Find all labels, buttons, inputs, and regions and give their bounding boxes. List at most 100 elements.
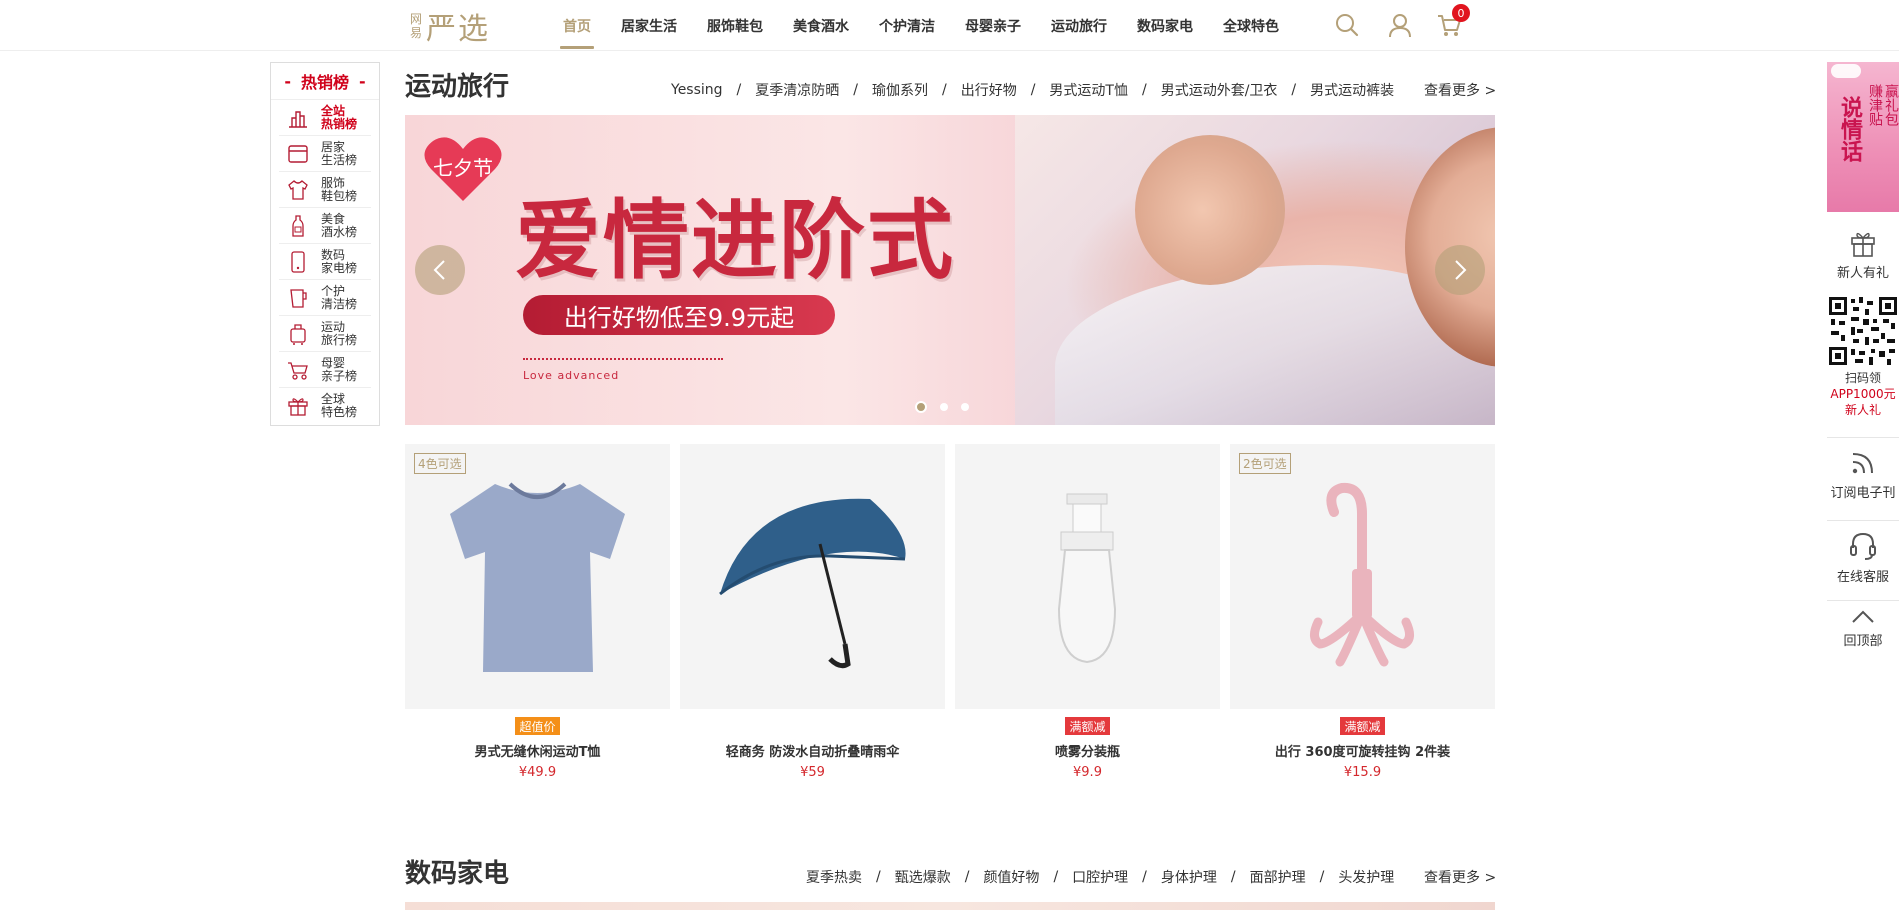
nav-global[interactable]: 全球特色 [1208,0,1294,51]
divider [1827,600,1899,601]
product-card[interactable]: 2色可选 满额减 出行 360度可旋转挂钩 2件装 ¥15.9 [1230,444,1495,780]
banner-headline: 爱情进阶式 [515,190,955,291]
bestseller-item-care[interactable]: 个护 清洁榜 [279,280,371,316]
subnav-link[interactable]: 男式运动外套/卫衣 [1161,80,1278,100]
bestseller-item-apparel[interactable]: 服饰 鞋包榜 [279,172,371,208]
divider [1827,520,1899,521]
chevron-up-icon [1852,610,1874,623]
bestseller-item-food[interactable]: 美食 酒水榜 [279,208,371,244]
nav-baby[interactable]: 母婴亲子 [950,0,1036,51]
banner-prev-button[interactable] [415,245,465,295]
color-options-tag: 2色可选 [1239,453,1291,474]
subnav-link[interactable]: 颜值好物 [983,867,1039,887]
top-nav: 网 易 严选 首页 居家生活 服饰鞋包 美食酒水 个护清洁 母婴亲子 运动旅行 … [0,0,1899,51]
banner-dot[interactable] [915,401,927,413]
main-nav: 首页 居家生活 服饰鞋包 美食酒水 个护清洁 母婴亲子 运动旅行 数码家电 全球… [548,0,1294,51]
banner-dot[interactable] [940,403,948,411]
product-image[interactable]: 4色可选 [405,444,670,709]
subnav-link[interactable]: 身体护理 [1161,867,1217,887]
product-price: ¥9.9 [1073,765,1102,780]
product-card[interactable]: 4色可选 超值价 男式无缝休闲运动T恤 ¥49.9 [405,444,670,780]
svg-text:七夕节: 七夕节 [433,156,493,180]
product-image[interactable]: 2色可选 [1230,444,1495,709]
nav-apparel[interactable]: 服饰鞋包 [692,0,778,51]
nav-personal-care[interactable]: 个护清洁 [864,0,950,51]
customer-service-button[interactable]: 在线客服 [1827,530,1899,585]
subnav-link[interactable]: 头发护理 [1338,867,1394,887]
subnav-link[interactable]: 男式运动裤装 [1310,80,1394,100]
banner-photo-man [1135,135,1285,285]
gift-icon [1851,232,1875,257]
qr-caption: 扫码领 APP1000元 新人礼 [1830,371,1896,417]
section-title-digital: 数码家电 [405,859,510,889]
cart-count-badge: 0 [1452,4,1470,22]
product-card[interactable]: 满额减 喷雾分装瓶 ¥9.9 [955,444,1220,780]
qr-code [1827,295,1899,367]
bestseller-item-all[interactable]: 全站 热销榜 [279,100,371,136]
luggage-icon [290,323,306,345]
subnav-link[interactable]: Yessing [671,82,723,98]
product-image[interactable] [955,444,1220,709]
product-card[interactable]: 轻商务 防泼水自动折叠晴雨伞 ¥59 [680,444,945,780]
gift-icon [288,398,308,416]
cup-icon [290,288,307,308]
view-more-link[interactable]: 查看更多 > [1424,867,1496,887]
banner-dot[interactable] [961,403,969,411]
nav-sports-travel[interactable]: 运动旅行 [1036,0,1122,51]
window-icon [288,144,308,163]
tshirt-icon [450,482,625,672]
nav-home-living[interactable]: 居家生活 [606,0,692,51]
subnav-link[interactable]: 出行好物 [961,80,1017,100]
subnav-link[interactable]: 瑜伽系列 [872,80,928,100]
subnav-link[interactable]: 口腔护理 [1072,867,1128,887]
bestseller-item-baby[interactable]: 母婴 亲子榜 [279,352,371,388]
bestseller-item-home[interactable]: 居家 生活榜 [279,136,371,172]
product-price: ¥49.9 [518,765,557,780]
headset-icon [1850,532,1876,560]
stroller-icon [288,361,308,380]
section-title-sports: 运动旅行 [405,72,510,102]
bestseller-sidebar: - 热销榜 - 全站 热销榜 居家 生活榜 服饰 鞋包榜 美食 酒水榜 数码 家电榜 个护 清洁… [270,62,380,426]
new-user-gift-button[interactable]: 新人有礼 [1827,228,1899,281]
product-price: ¥59 [800,765,825,780]
banner-tagline: Love advanced [523,369,620,382]
user-icon[interactable] [1387,12,1413,38]
product-name[interactable]: 喷雾分装瓶 [955,741,1220,760]
promo-banner[interactable]: 七夕节 爱情进阶式 出行好物低至9.9元起 Love advanced [405,115,1495,425]
subscribe-button[interactable]: 订阅电子刊 [1827,448,1899,501]
subnav-link[interactable]: 面部护理 [1250,867,1306,887]
subnav-link[interactable]: 夏季热卖 [806,867,862,887]
nav-digital[interactable]: 数码家电 [1122,0,1208,51]
bestseller-header: - 热销榜 - [271,63,379,100]
bestseller-item-sports[interactable]: 运动 旅行榜 [279,316,371,352]
chevron-left-icon [433,260,445,280]
bestseller-item-digital[interactable]: 数码 家电榜 [279,244,371,280]
logo-main-text: 严选 [426,12,491,47]
nav-food-drinks[interactable]: 美食酒水 [778,0,864,51]
logo[interactable]: 网 易 严选 [410,8,490,47]
promo-badge: 满额减 [1340,717,1385,735]
banner-pill: 出行好物低至9.9元起 [523,295,835,335]
view-more-link[interactable]: 查看更多 > [1424,80,1496,100]
shirt-icon [288,179,308,200]
section-banner-partial[interactable] [405,902,1495,910]
promo-badge: 超值价 [515,717,560,735]
promo-badge: 满额减 [1065,717,1110,735]
right-promo-banner[interactable]: 说情话 赚津贴 赢礼包 [1827,62,1899,212]
chevron-right-icon [1455,260,1467,280]
product-image[interactable] [680,444,945,709]
back-to-top-button[interactable]: 回顶部 [1827,606,1899,649]
product-name[interactable]: 轻商务 防泼水自动折叠晴雨伞 [680,741,945,760]
subnav-link[interactable]: 甄选爆款 [895,867,951,887]
nav-home[interactable]: 首页 [548,0,606,51]
logo-small-text: 网 易 [410,12,423,40]
product-name[interactable]: 出行 360度可旋转挂钩 2件装 [1230,741,1495,760]
product-name[interactable]: 男式无缝休闲运动T恤 [405,741,670,760]
bestseller-item-global[interactable]: 全球 特色榜 [279,388,371,424]
search-icon[interactable] [1334,12,1360,38]
subnav-link[interactable]: 男式运动T恤 [1049,80,1128,100]
banner-next-button[interactable] [1435,245,1485,295]
subnav-link[interactable]: 夏季清凉防晒 [755,80,839,100]
phone-icon [291,250,305,273]
spray-bottle-icon [1057,493,1117,664]
